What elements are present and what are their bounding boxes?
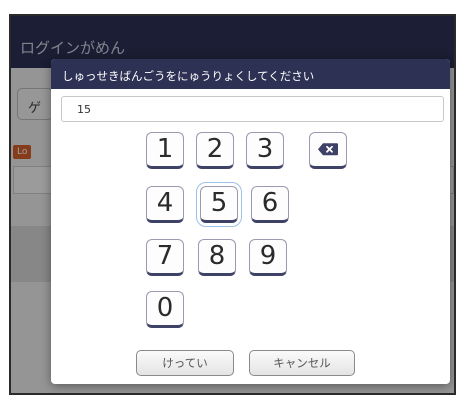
app-screen: ログインがめん ゲ Lo しゅっせきばんごうをにゅうりょくしてください 1 2 … [9,14,456,395]
cancel-button[interactable]: キャンセル [249,350,355,376]
key-3[interactable]: 3 [246,132,284,169]
key-1[interactable]: 1 [146,132,184,169]
key-7[interactable]: 7 [146,239,184,276]
number-entry-dialog: しゅっせきばんごうをにゅうりょくしてください 1 2 3 4 5 6 7 8 9… [51,59,450,384]
key-4[interactable]: 4 [146,186,184,223]
dialog-title: しゅっせきばんごうをにゅうりょくしてください [51,59,450,89]
backspace-button[interactable] [309,132,347,169]
key-0[interactable]: 0 [146,291,184,328]
key-8[interactable]: 8 [198,239,236,276]
backspace-icon [318,142,338,155]
key-2[interactable]: 2 [196,132,234,169]
confirm-button[interactable]: けってい [136,350,234,376]
key-6[interactable]: 6 [251,186,289,223]
key-5[interactable]: 5 [196,182,242,227]
key-9[interactable]: 9 [249,239,287,276]
attendance-number-input[interactable] [61,96,444,122]
